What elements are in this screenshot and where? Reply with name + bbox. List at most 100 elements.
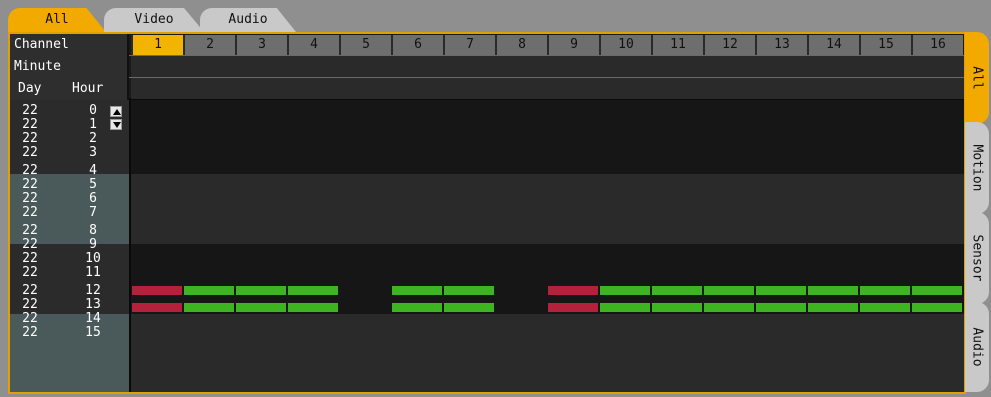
recording-bar-ch10-h11[interactable] xyxy=(600,303,650,312)
recording-bar-ch1-h11[interactable] xyxy=(132,303,182,312)
recording-bar-ch9-h10[interactable] xyxy=(548,286,598,295)
channel-header-9[interactable]: 9 xyxy=(547,35,599,55)
row-day: 22 xyxy=(22,265,38,280)
recording-bar-ch11-h11[interactable] xyxy=(652,303,702,312)
recording-bar-ch13-h11[interactable] xyxy=(756,303,806,312)
minute-bar[interactable] xyxy=(131,56,964,77)
channel-header-row: Channel 1 2 3 4 5 6 7 8 9 10 11 12 13 14 15 16 xyxy=(10,34,964,56)
row-day: 22 xyxy=(22,131,38,146)
tab-audio[interactable]: Audio xyxy=(200,8,296,32)
recording-bar-ch15-h11[interactable] xyxy=(860,303,910,312)
channel-header-10[interactable]: 10 xyxy=(599,35,651,55)
recording-bar-ch11-h10[interactable] xyxy=(652,286,702,295)
row-hour: 13 xyxy=(85,297,101,312)
recording-bar-ch16-h11[interactable] xyxy=(912,303,962,312)
channel-header-4[interactable]: 4 xyxy=(287,35,339,55)
recording-bar-ch16-h10[interactable] xyxy=(912,286,962,295)
row-hour: 9 xyxy=(89,237,97,252)
day-label: Day xyxy=(18,81,42,96)
recording-bar-ch12-h10[interactable] xyxy=(704,286,754,295)
grid-separator xyxy=(129,100,131,392)
channel-header-6[interactable]: 6 xyxy=(391,35,443,55)
row-hour: 11 xyxy=(85,265,101,280)
side-tab-audio[interactable]: Audio xyxy=(965,302,989,392)
recording-bar-ch15-h10[interactable] xyxy=(860,286,910,295)
channel-header-12[interactable]: 12 xyxy=(703,35,755,55)
channel-header-2[interactable]: 2 xyxy=(183,35,235,55)
tab-video-label: Video xyxy=(134,12,174,27)
tab-video[interactable]: Video xyxy=(104,8,204,32)
arrow-down-icon xyxy=(113,122,121,128)
row-day: 22 xyxy=(22,297,38,312)
channel-header-15[interactable]: 15 xyxy=(859,35,911,55)
recording-bar-ch12-h11[interactable] xyxy=(704,303,754,312)
recording-bar-ch14-h11[interactable] xyxy=(808,303,858,312)
row-day: 22 xyxy=(22,145,38,160)
hour-label: Hour xyxy=(72,81,104,96)
recording-bar-ch6-h11[interactable] xyxy=(392,303,442,312)
recording-bar-ch7-h11[interactable] xyxy=(444,303,494,312)
day-hour-header: Day Hour xyxy=(10,78,129,100)
row-hour: 4 xyxy=(89,163,97,178)
row-day: 22 xyxy=(22,325,38,340)
row-day: 22 xyxy=(22,223,38,238)
recording-bar-ch7-h10[interactable] xyxy=(444,286,494,295)
channel-header-1[interactable]: 1 xyxy=(131,35,183,55)
row-hour: 5 xyxy=(89,177,97,192)
side-tab-audio-label: Audio xyxy=(969,327,985,367)
recording-bar-ch6-h10[interactable] xyxy=(392,286,442,295)
row-day: 22 xyxy=(22,251,38,266)
side-tab-all-label: All xyxy=(969,66,985,90)
recording-grid[interactable]: 22 0 22 1 22 2 22 3 22 4 22 5 22 6 22 7 22 8 22 9 22 10 22 11 22… xyxy=(10,100,964,392)
channel-header-16[interactable]: 16 xyxy=(911,35,963,55)
row-hour: 3 xyxy=(89,145,97,160)
arrow-up-icon xyxy=(113,109,121,115)
recording-bar-ch9-h11[interactable] xyxy=(548,303,598,312)
row-hour: 2 xyxy=(89,131,97,146)
minute-label: Minute xyxy=(10,56,129,78)
recording-bar-ch4-h10[interactable] xyxy=(288,286,338,295)
row-hour: 14 xyxy=(85,311,101,326)
recording-bar-ch1-h10[interactable] xyxy=(132,286,182,295)
day-hour-header-row: Day Hour xyxy=(10,78,964,100)
recording-bar-ch2-h10[interactable] xyxy=(184,286,234,295)
channel-header-14[interactable]: 14 xyxy=(807,35,859,55)
recording-bar-ch14-h10[interactable] xyxy=(808,286,858,295)
channel-header-3[interactable]: 3 xyxy=(235,35,287,55)
channel-label: Channel xyxy=(10,34,129,56)
row-day: 22 xyxy=(22,283,38,298)
row-hour: 7 xyxy=(89,205,97,220)
row-day: 22 xyxy=(22,103,38,118)
tab-all[interactable]: All xyxy=(8,8,106,32)
row-hour: 0 xyxy=(89,103,97,118)
recording-bar-ch3-h10[interactable] xyxy=(236,286,286,295)
channel-header-7[interactable]: 7 xyxy=(443,35,495,55)
channel-header-13[interactable]: 13 xyxy=(755,35,807,55)
side-tab-sensor[interactable]: Sensor xyxy=(965,212,989,304)
row-hour: 8 xyxy=(89,223,97,238)
timeline-frame: Channel 1 2 3 4 5 6 7 8 9 10 11 12 13 14 15 16 Minute D… xyxy=(8,32,966,394)
row-day: 22 xyxy=(22,205,38,220)
grid-band-0 xyxy=(131,100,964,174)
recording-bar-ch3-h11[interactable] xyxy=(236,303,286,312)
side-tab-all[interactable]: All xyxy=(965,32,989,124)
tab-audio-label: Audio xyxy=(228,12,268,27)
channel-header-5[interactable]: 5 xyxy=(339,35,391,55)
side-tab-motion[interactable]: Motion xyxy=(965,122,989,214)
row-day: 22 xyxy=(22,191,38,206)
row-day: 22 xyxy=(22,311,38,326)
recording-bar-ch13-h10[interactable] xyxy=(756,286,806,295)
row-hour: 15 xyxy=(85,325,101,340)
recording-bar-ch2-h11[interactable] xyxy=(184,303,234,312)
recording-bar-ch10-h10[interactable] xyxy=(600,286,650,295)
scroll-down-button[interactable] xyxy=(110,119,122,130)
channel-header-11[interactable]: 11 xyxy=(651,35,703,55)
side-tab-motion-label: Motion xyxy=(969,144,985,192)
row-day: 22 xyxy=(22,177,38,192)
channel-header-8[interactable]: 8 xyxy=(495,35,547,55)
row-hour: 1 xyxy=(89,117,97,132)
recording-bar-ch4-h11[interactable] xyxy=(288,303,338,312)
row-hour: 10 xyxy=(85,251,101,266)
scroll-up-button[interactable] xyxy=(110,106,122,117)
row-day: 22 xyxy=(22,117,38,132)
